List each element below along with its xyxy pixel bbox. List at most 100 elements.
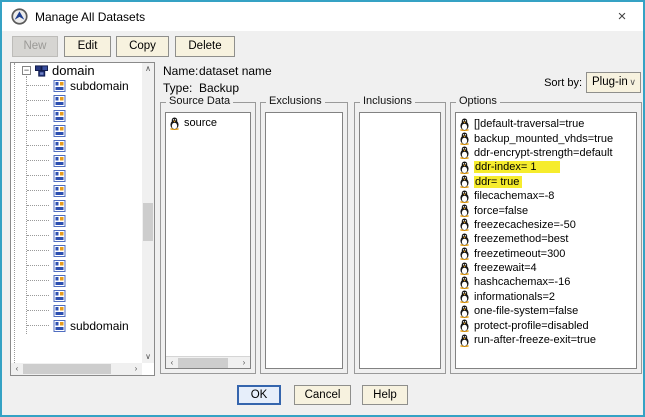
subdomain-icon [53,155,66,167]
domain-icon [35,65,48,77]
penguin-icon [459,175,470,188]
tree-item[interactable]: − subdomain [11,78,142,93]
tree-item[interactable]: − [11,108,142,123]
source-horizontal-scrollbar[interactable]: ‹ › [166,356,250,368]
option-item[interactable]: freezecachesize=-50 [456,218,636,232]
option-item[interactable]: ddr-index= 1 [456,160,636,174]
option-item[interactable]: freezemethod=best [456,232,636,246]
tree-item[interactable]: − [11,288,142,303]
tree-item[interactable]: − [11,168,142,183]
option-item[interactable]: freezetimeout=300 [456,247,636,261]
penguin-icon [459,319,470,332]
option-item[interactable]: freezewait=4 [456,261,636,275]
options-title: Options [456,95,500,107]
option-item[interactable]: force=false [456,203,636,217]
option-label: []default-traversal=true [474,118,584,130]
scroll-right-icon[interactable]: › [130,363,142,375]
penguin-icon [459,190,470,203]
option-label: backup_mounted_vhds=true [474,133,613,145]
option-item[interactable]: []default-traversal=true [456,117,636,131]
option-label: ddr-encrypt-strength=default [474,147,613,159]
source-data-panel: Source Data source [160,102,256,374]
option-item[interactable]: one-file-system=false [456,304,636,318]
subdomain-icon [53,80,66,92]
type-value: Backup [199,81,239,95]
option-label: one-file-system=false [474,305,578,317]
scrollbar-thumb[interactable] [178,358,228,368]
copy-button[interactable]: Copy [116,36,169,57]
sort-by-dropdown[interactable]: Plug-in ∨ [586,72,641,93]
option-item[interactable]: protect-profile=disabled [456,318,636,332]
tree-item[interactable]: − [11,138,142,153]
manage-all-datasets-dialog: Manage All Datasets × New Edit Copy Dele… [0,0,645,417]
penguin-icon [459,233,470,246]
inclusions-title: Inclusions [360,95,415,107]
option-item[interactable]: filecachemax=-8 [456,189,636,203]
inclusions-panel: Inclusions [354,102,446,374]
tree-item[interactable]: − [11,303,142,318]
options-panel: Options []default-traversal=true [450,102,642,374]
option-label: filecachemax=-8 [474,190,554,202]
penguin-icon [459,276,470,289]
penguin-icon [459,247,470,260]
tree-item[interactable]: − [11,243,142,258]
option-item[interactable]: ddr-encrypt-strength=default [456,146,636,160]
option-label: ddr-index= 1 [474,161,560,173]
tree-collapse-icon[interactable]: − [22,66,31,75]
tree-item[interactable]: − domain [11,63,142,78]
scroll-down-icon[interactable]: ∨ [142,351,154,363]
title-bar[interactable]: Manage All Datasets × [2,2,643,31]
close-icon[interactable]: × [611,6,633,27]
option-item[interactable]: informationals=2 [456,290,636,304]
edit-button[interactable]: Edit [64,36,111,57]
scroll-up-icon[interactable]: ∧ [142,63,154,75]
subdomain-icon [53,140,66,152]
delete-button[interactable]: Delete [175,36,235,57]
tree-item[interactable]: − [11,213,142,228]
subdomain-icon [53,170,66,182]
cancel-button[interactable]: Cancel [294,385,351,405]
subdomain-icon [53,200,66,212]
help-button[interactable]: Help [362,385,408,405]
option-item[interactable]: run-after-freeze-exit=true [456,333,636,347]
scroll-right-icon[interactable]: › [238,357,250,369]
subdomain-icon [53,215,66,227]
tree-item[interactable]: − [11,258,142,273]
option-label: force=false [474,205,528,217]
penguin-icon [459,305,470,318]
option-label: run-after-freeze-exit=true [474,334,596,346]
option-item[interactable]: ddr= true [456,175,636,189]
penguin-icon [459,146,470,159]
scrollbar-thumb[interactable] [143,203,153,241]
option-item[interactable]: hashcachemax=-16 [456,275,636,289]
tree-vertical-scrollbar[interactable]: ∧ ∨ [142,63,154,363]
penguin-icon [459,204,470,217]
scrollbar-thumb[interactable] [23,364,111,374]
new-button[interactable]: New [12,36,58,57]
name-value: dataset name [199,64,272,78]
ok-button[interactable]: OK [237,385,281,405]
tree-item[interactable]: − [11,183,142,198]
penguin-icon [459,218,470,231]
tree-item[interactable]: − [11,93,142,108]
penguin-icon [169,117,180,130]
tree-item[interactable]: − [11,228,142,243]
scroll-left-icon[interactable]: ‹ [166,357,178,369]
source-item[interactable]: source [166,116,250,130]
sort-by-value: Plug-in [592,76,628,88]
tree-item[interactable]: − [11,123,142,138]
option-label: freezewait=4 [474,262,537,274]
scroll-left-icon[interactable]: ‹ [11,363,23,375]
tree-item[interactable]: − [11,153,142,168]
penguin-icon [459,132,470,145]
tree-horizontal-scrollbar[interactable]: ‹ › [11,363,142,375]
option-label: protect-profile=disabled [474,320,589,332]
tree-item[interactable]: − subdomain [11,318,142,333]
option-item[interactable]: backup_mounted_vhds=true [456,131,636,145]
tree-item[interactable]: − [11,273,142,288]
exclusions-panel: Exclusions [260,102,348,374]
subdomain-icon [53,95,66,107]
tree-item-label: domain [52,63,95,78]
tree-item[interactable]: − [11,198,142,213]
exclusions-title: Exclusions [266,95,325,107]
